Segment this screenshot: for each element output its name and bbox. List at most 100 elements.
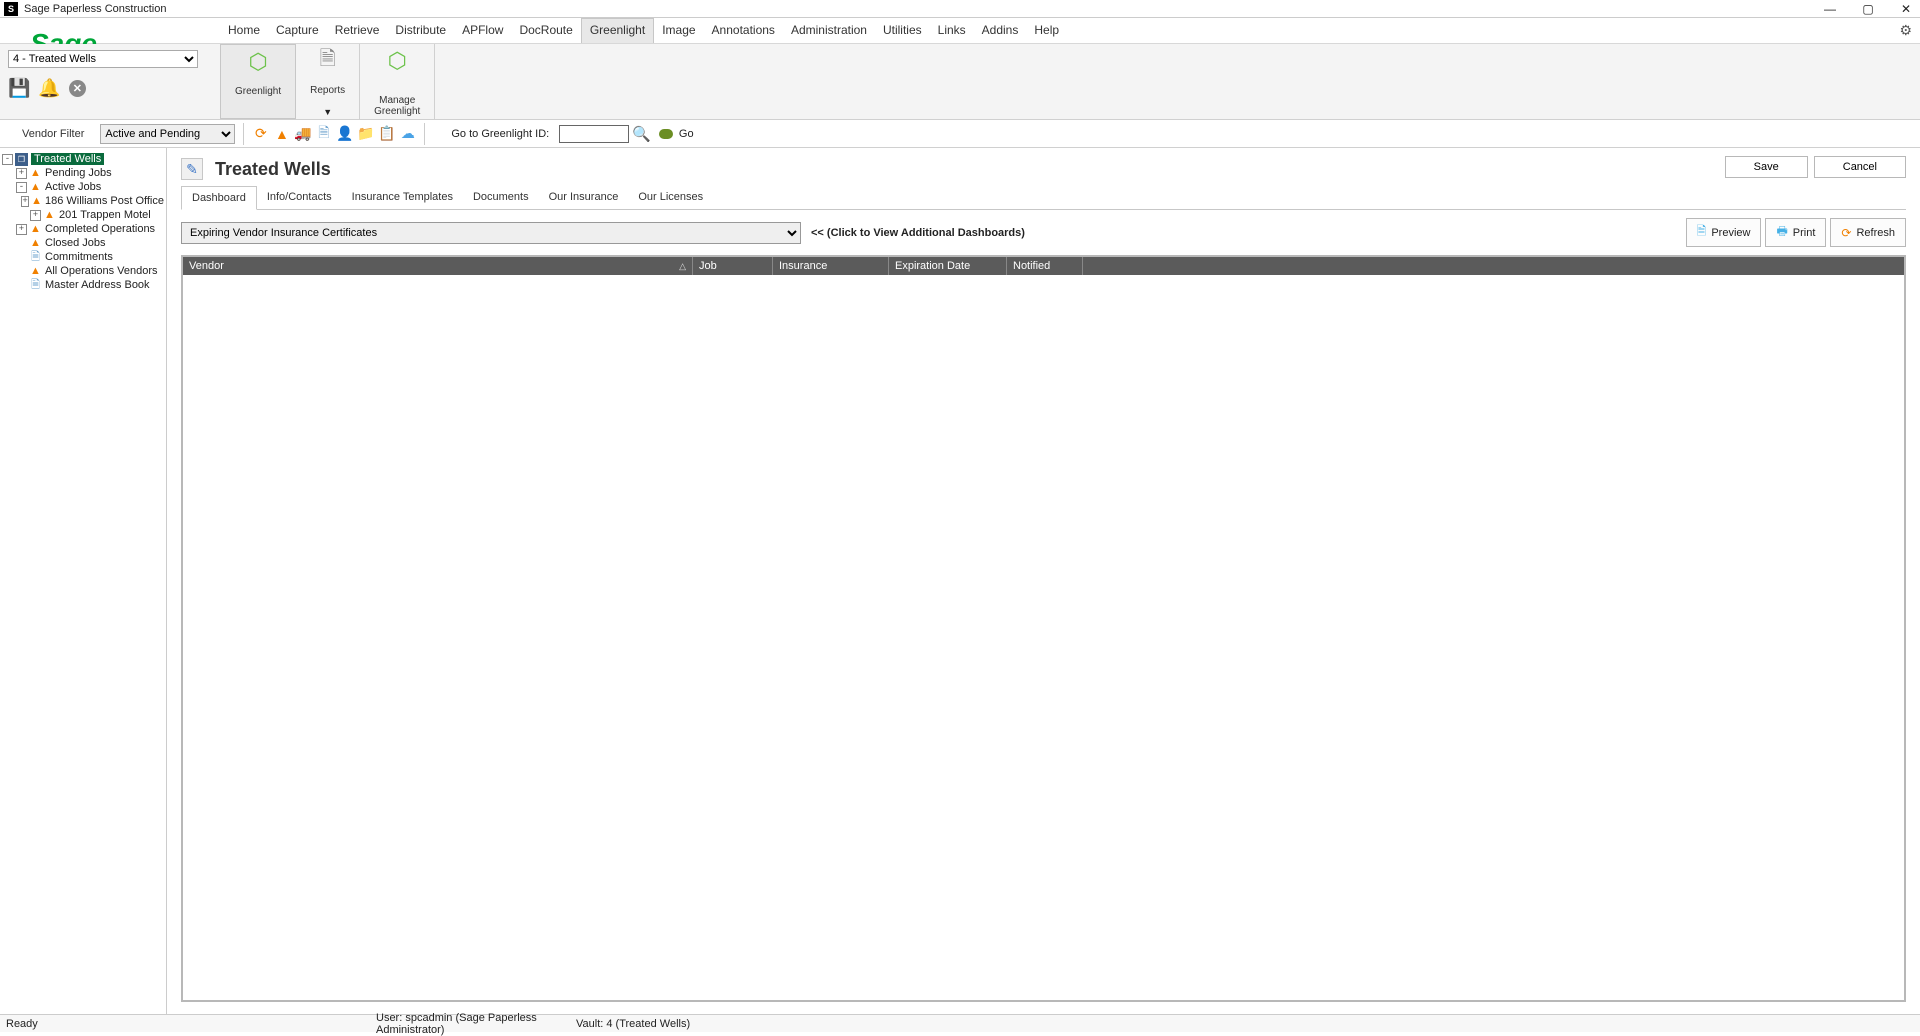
page-icon[interactable]: 🗎 [315, 125, 332, 142]
status-dot-icon [659, 129, 673, 139]
vault-selector[interactable]: 4 - Treated Wells [8, 50, 198, 68]
status-ready: Ready [6, 1018, 376, 1030]
go-button[interactable]: Go [679, 128, 694, 140]
menu-help[interactable]: Help [1026, 19, 1067, 43]
menu-annotations[interactable]: Annotations [704, 19, 783, 43]
col-vendor[interactable]: Vendor △ [183, 257, 693, 275]
expand-icon[interactable]: + [16, 224, 27, 235]
tab-our-insurance[interactable]: Our Insurance [539, 186, 629, 209]
tab-our-licenses[interactable]: Our Licenses [628, 186, 713, 209]
truck-icon[interactable]: 🚚 [294, 125, 311, 142]
save-button[interactable]: Save [1725, 156, 1808, 178]
vendor-filter-select[interactable]: Active and Pending [100, 124, 235, 144]
menu-apflow[interactable]: APFlow [454, 19, 511, 43]
menu-greenlight[interactable]: Greenlight [581, 18, 654, 43]
cancel-button[interactable]: Cancel [1814, 156, 1906, 178]
tree-completed-ops[interactable]: + ▲ Completed Operations [2, 222, 164, 236]
folder-icon[interactable]: 📁 [357, 125, 374, 142]
col-spacer [1083, 257, 1904, 275]
collapse-icon[interactable]: - [16, 182, 27, 193]
warning-icon: ▲ [29, 181, 42, 194]
tab-documents[interactable]: Documents [463, 186, 539, 209]
cube-icon: ❒ [15, 153, 28, 166]
page-title: Treated Wells [215, 159, 331, 180]
vendor-filter-label: Vendor Filter [22, 128, 84, 140]
settings-gear-icon[interactable]: ⚙ [1899, 22, 1912, 39]
bell-icon[interactable]: 🔔 [38, 78, 60, 99]
refresh-button[interactable]: ⟳Refresh [1830, 218, 1906, 247]
tree-label: Closed Jobs [45, 237, 106, 249]
warning-icon: ▲ [43, 209, 56, 222]
save-icon[interactable]: 💾 [8, 78, 30, 99]
menu-capture[interactable]: Capture [268, 19, 327, 43]
tree-label: Pending Jobs [45, 167, 112, 179]
menu-administration[interactable]: Administration [783, 19, 875, 43]
tree-commitments[interactable]: 🗎 Commitments [2, 250, 164, 264]
expand-icon[interactable]: + [30, 210, 41, 221]
view-additional-dashboards-link[interactable]: << (Click to View Additional Dashboards) [811, 227, 1025, 239]
cloud-icon[interactable]: ☁ [399, 125, 416, 142]
refresh-label: Refresh [1856, 227, 1895, 239]
expand-icon[interactable]: + [16, 168, 27, 179]
col-notified[interactable]: Notified [1007, 257, 1083, 275]
menu-docroute[interactable]: DocRoute [511, 19, 580, 43]
col-insurance[interactable]: Insurance [773, 257, 889, 275]
col-vendor-label: Vendor [189, 260, 224, 272]
clipboard-icon[interactable]: 📋 [378, 125, 395, 142]
warning-icon[interactable]: ▲ [273, 125, 290, 142]
menubar: Sage Home Capture Retrieve Distribute AP… [0, 18, 1920, 44]
ribbon-greenlight-label: Greenlight [235, 86, 281, 97]
tree-label: Master Address Book [45, 279, 150, 291]
tree-active-jobs[interactable]: - ▲ Active Jobs [2, 180, 164, 194]
tab-insurance-templates[interactable]: Insurance Templates [342, 186, 463, 209]
tree-root[interactable]: - ❒ Treated Wells [2, 152, 164, 166]
window-maximize-button[interactable]: ▢ [1858, 2, 1878, 16]
tree-all-ops-vendors[interactable]: ▲ All Operations Vendors [2, 264, 164, 278]
ribbon-greenlight-button[interactable]: ⬡ Greenlight [220, 44, 296, 119]
search-icon[interactable]: 🔍 [632, 125, 651, 143]
dashboard-select[interactable]: Expiring Vendor Insurance Certificates [181, 222, 801, 244]
ribbon-reports-button[interactable]: 🗎 Reports ▼ [296, 44, 360, 119]
expand-icon[interactable]: + [21, 196, 29, 207]
window-minimize-button[interactable]: — [1820, 2, 1840, 16]
print-button[interactable]: 🖶Print [1765, 218, 1826, 247]
secondary-toolbar: Vendor Filter Active and Pending ⟳ ▲ 🚚 🗎… [0, 120, 1920, 148]
person-icon[interactable]: 👤 [336, 125, 353, 142]
menu-links[interactable]: Links [930, 19, 974, 43]
tree-job-201[interactable]: + ▲ 201 Trappen Motel [2, 208, 164, 222]
menu-addins[interactable]: Addins [974, 19, 1027, 43]
preview-label: Preview [1711, 227, 1750, 239]
clear-icon[interactable]: ✕ [69, 80, 86, 97]
col-expiration-date[interactable]: Expiration Date [889, 257, 1007, 275]
sort-asc-icon: △ [679, 261, 686, 272]
tab-info-contacts[interactable]: Info/Contacts [257, 186, 342, 209]
edit-icon[interactable]: ✎ [181, 158, 203, 180]
titlebar: S Sage Paperless Construction — ▢ ✕ [0, 0, 1920, 18]
window-close-button[interactable]: ✕ [1896, 2, 1916, 16]
tree-label: All Operations Vendors [45, 265, 158, 277]
collapse-icon[interactable]: - [2, 154, 13, 165]
chevron-down-icon: ▼ [323, 107, 332, 117]
tree-label: Commitments [45, 251, 113, 263]
col-job[interactable]: Job [693, 257, 773, 275]
menu-home[interactable]: Home [220, 19, 268, 43]
tree-master-address-book[interactable]: 🗎 Master Address Book [2, 278, 164, 292]
separator [243, 123, 244, 145]
tab-dashboard[interactable]: Dashboard [181, 186, 257, 210]
menu-retrieve[interactable]: Retrieve [327, 19, 388, 43]
menu-distribute[interactable]: Distribute [387, 19, 454, 43]
refresh-icon[interactable]: ⟳ [252, 125, 269, 142]
tree-closed-jobs[interactable]: ▲ Closed Jobs [2, 236, 164, 250]
menu-image[interactable]: Image [654, 19, 703, 43]
preview-icon: 🗎 [1697, 222, 1707, 243]
tree-label: Active Jobs [45, 181, 101, 193]
warning-icon: ▲ [31, 195, 42, 208]
print-icon: 🖶 [1776, 222, 1787, 243]
ribbon-manage-greenlight-button[interactable]: ⬡ ManageGreenlight [360, 44, 435, 119]
tree-job-186[interactable]: + ▲ 186 Williams Post Office [2, 194, 164, 208]
preview-button[interactable]: 🗎 Preview [1686, 218, 1762, 247]
tree-label: Completed Operations [45, 223, 155, 235]
tree-pending-jobs[interactable]: + ▲ Pending Jobs [2, 166, 164, 180]
menu-utilities[interactable]: Utilities [875, 19, 930, 43]
goto-greenlight-input[interactable] [559, 125, 629, 143]
